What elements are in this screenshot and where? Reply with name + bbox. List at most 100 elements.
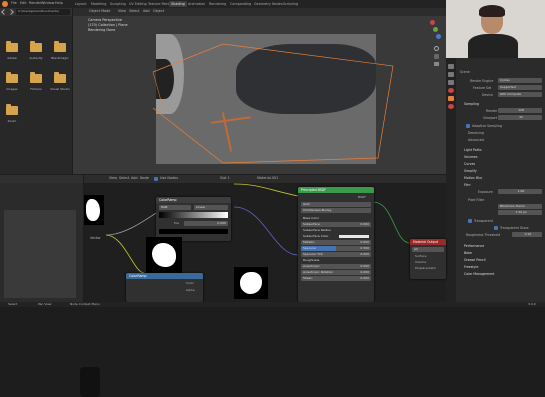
tab-layout[interactable]: Layout <box>73 1 89 7</box>
folder-icon[interactable] <box>6 72 18 83</box>
input-base-color[interactable]: Base Color <box>301 216 371 221</box>
input-subsurface-radius[interactable]: Subsurface Radius <box>301 228 371 233</box>
material-props-icon[interactable] <box>448 104 454 109</box>
lower-node-color: Color <box>186 281 194 285</box>
sampling-advanced[interactable]: Advanced <box>468 138 484 142</box>
feature-set-dropdown[interactable]: Supported <box>498 85 542 90</box>
webcam-hair <box>479 5 505 17</box>
roughness-threshold-field[interactable]: 0.10 <box>512 232 542 237</box>
menu-file[interactable]: File <box>11 1 17 5</box>
color-ramp-swatch[interactable] <box>159 229 228 234</box>
lower-node[interactable]: ColorRamp Color Alpha <box>126 273 203 302</box>
world-props-icon[interactable] <box>448 88 454 93</box>
adaptive-label: Adaptive Sampling <box>472 124 503 128</box>
subsurface-color-swatch[interactable] <box>339 235 369 238</box>
output-props-icon[interactable] <box>448 72 454 77</box>
render-samples-field[interactable]: 128 <box>498 108 542 113</box>
tab-rendering[interactable]: Rendering <box>207 1 228 7</box>
section-film[interactable]: Film <box>464 183 470 187</box>
input-metallic[interactable]: Metallic 0.000 <box>301 240 371 245</box>
render-engine-dropdown[interactable]: Cycles <box>498 78 542 83</box>
section-sampling[interactable]: Sampling <box>464 102 479 106</box>
tab-shading[interactable]: Shading <box>169 1 187 7</box>
subsurface-method-dropdown[interactable]: Christensen-Burley <box>301 208 371 213</box>
render-props-icon[interactable] <box>448 64 454 69</box>
menu-window[interactable]: Window <box>41 1 54 5</box>
zoom-icon[interactable] <box>434 46 439 51</box>
camera-icon[interactable] <box>434 62 439 66</box>
section-color-management[interactable]: Color Management <box>464 272 494 276</box>
node-editor[interactable]: View Select Add Node Use Nodes Slot 1 Ma… <box>84 175 446 302</box>
section-freestyle[interactable]: Freestyle <box>464 265 478 269</box>
color-ramp-gradient[interactable] <box>159 212 228 218</box>
section-curves[interactable]: Curves <box>464 162 475 166</box>
feature-set-label: Feature Set <box>473 86 492 90</box>
section-simplify[interactable]: Simplify <box>464 169 477 173</box>
folder-icon[interactable] <box>30 72 42 83</box>
section-motion-blur[interactable]: Motion Blur <box>464 176 482 180</box>
transparent-checkbox[interactable] <box>468 219 472 223</box>
section-volumes[interactable]: Volumes <box>464 155 478 159</box>
tab-sculpting[interactable]: Sculpting <box>108 1 128 7</box>
section-bake[interactable]: Bake <box>464 251 472 255</box>
folder-icon[interactable] <box>30 41 42 52</box>
folder-icon[interactable] <box>54 41 66 52</box>
output-target-dropdown[interactable]: All <box>412 247 444 252</box>
tab-compositing[interactable]: Compositing <box>228 1 253 7</box>
viewport-3d[interactable]: Object Mode View Select Add Object Camer… <box>73 8 446 174</box>
nav-gizmo-z-icon[interactable] <box>436 34 441 39</box>
input-subsurface[interactable]: Subsurface 0.000 <box>301 222 371 227</box>
nav-gizmo-y-icon[interactable] <box>433 27 438 32</box>
tab-geometry-nodes[interactable]: Geometry Nodes <box>252 1 285 7</box>
folder-icon[interactable] <box>6 41 18 52</box>
adaptive-checkbox[interactable] <box>466 124 470 128</box>
input-sheen[interactable]: Sheen 0.000 <box>301 276 371 281</box>
color-ramp-interp[interactable]: Linear <box>194 205 228 210</box>
folder-icon[interactable] <box>54 72 66 83</box>
section-grease-pencil[interactable]: Grease Pencil <box>464 258 486 262</box>
path-field[interactable]: C:\Users\Julien\Documents\ <box>16 9 70 15</box>
menu-edit[interactable]: Edit <box>20 1 27 5</box>
color-ramp-mode[interactable]: RGB <box>159 205 191 210</box>
nav-gizmo-x-icon[interactable] <box>430 20 435 25</box>
input-specular-tint[interactable]: Specular Tint 0.000 <box>301 252 371 257</box>
transparent-glass-checkbox[interactable] <box>494 226 498 230</box>
input-subsurface-color[interactable]: Subsurface Color <box>301 234 371 239</box>
input-specular[interactable]: Specular 0.500 <box>301 246 371 251</box>
viewport-samples-field[interactable]: 32 <box>498 115 542 120</box>
color-ramp-pos-field[interactable]: 0.000 <box>184 221 228 226</box>
blender-logo-icon[interactable] <box>2 1 8 7</box>
film-exposure-field[interactable]: 1.00 <box>498 189 542 194</box>
object-props-icon[interactable] <box>448 96 454 101</box>
input-roughness[interactable]: Roughness <box>301 258 371 263</box>
image-editor[interactable] <box>0 175 100 397</box>
image-editor-header <box>0 175 83 183</box>
pixel-filter-label[interactable]: Pixel Filter <box>468 198 484 202</box>
back-icon[interactable] <box>1 9 7 15</box>
color-ramp-node[interactable]: ColorRamp RGB Linear Pos 0.000 <box>156 197 231 241</box>
input-anisotropic[interactable]: Anisotropic 0.000 <box>301 264 371 269</box>
device-dropdown[interactable]: GPU Compute <box>498 92 542 97</box>
tab-modeling[interactable]: Modeling <box>89 1 108 7</box>
folder-icon[interactable] <box>6 104 18 115</box>
section-light-paths[interactable]: Light Paths <box>464 148 482 152</box>
section-performance[interactable]: Performance <box>464 244 484 248</box>
pan-hand-icon[interactable] <box>434 54 439 59</box>
filter-width-field[interactable]: 1.50 px <box>498 210 542 215</box>
tab-scripting[interactable]: Scripting <box>281 1 300 7</box>
distribution-dropdown[interactable]: GGX <box>301 202 371 207</box>
filter-type-dropdown[interactable]: Blackman-Harris <box>498 204 542 209</box>
tab-texture-paint[interactable]: Texture Paint <box>146 1 172 7</box>
forward-icon[interactable] <box>8 9 14 15</box>
material-output-node[interactable]: Material Output All Surface Volume Displ… <box>410 239 446 279</box>
tab-animation[interactable]: Animation <box>186 1 207 7</box>
scene-props-icon[interactable] <box>448 80 454 85</box>
principled-bsdf-node[interactable]: Principled BSDF BSDF GGX Christensen-Bur… <box>298 187 374 302</box>
status-select: Select <box>8 302 18 306</box>
menu-render[interactable]: Render <box>29 1 41 5</box>
input-anisotropic-rotation[interactable]: Anisotropic Rotation 0.000 <box>301 270 371 275</box>
denoising-label[interactable]: Denoising <box>468 131 484 135</box>
status-pan: Pan View <box>38 302 52 306</box>
menu-help[interactable]: Help <box>55 1 63 5</box>
sampling-render: Render <box>486 109 498 113</box>
